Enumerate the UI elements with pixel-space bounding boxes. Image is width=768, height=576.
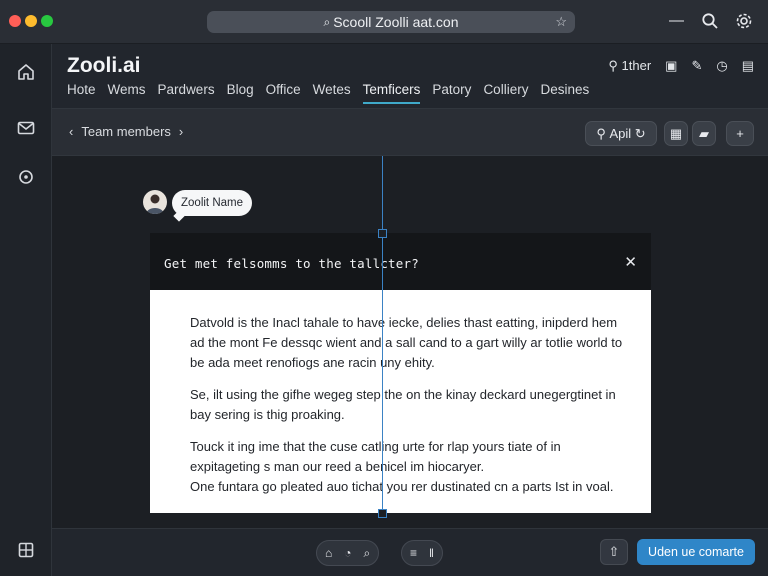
columns-icon[interactable]: ‖ — [429, 546, 434, 560]
nav-item[interactable]: Blog — [227, 82, 254, 104]
address-bar[interactable]: ⌕ Scooll Zoolli aat.con ☆ — [207, 11, 575, 33]
briefcase-icon[interactable]: ▣ — [665, 58, 677, 74]
maximize-window-button[interactable] — [41, 15, 53, 27]
grid-view-button[interactable]: ▦ — [664, 121, 688, 146]
inbox-icon[interactable]: ▤ — [742, 58, 754, 74]
dialog: Get met felsomms to the tallcter? ✕ Datv… — [150, 233, 651, 513]
dialog-paragraph: Datvold is the Inacl tahale to have ieck… — [190, 315, 623, 370]
gear-icon[interactable] — [735, 12, 753, 30]
dialog-paragraph: Touck it ing ime that the cuse catling u… — [190, 439, 561, 474]
api-label: Apil — [609, 126, 632, 141]
location-icon[interactable] — [16, 168, 36, 188]
nav-item-active[interactable]: Temficers — [362, 82, 421, 104]
nav-item[interactable]: Wetes — [313, 82, 351, 104]
dialog-body: Datvold is the Inacl tahale to have ieck… — [190, 313, 630, 509]
nav-item[interactable]: Hote — [67, 82, 96, 104]
alignment-guide[interactable] — [382, 156, 383, 518]
home-icon[interactable] — [16, 62, 36, 82]
plus-icon: + — [736, 126, 744, 141]
search-icon[interactable] — [701, 12, 719, 30]
search-icon: ⌕ — [323, 14, 331, 29]
app-header: Zooli.ai Hote Wems Pardwers Blog Office … — [52, 44, 768, 104]
header-actions: ⚲ 1ther ▣ ✎ ◷ ▤ — [608, 58, 754, 74]
nav-item[interactable]: Pardwers — [158, 82, 215, 104]
align-icon[interactable]: ≡ — [410, 546, 417, 560]
window-titlebar: ⌕ Scooll Zoolli aat.con ☆ — — [0, 0, 768, 44]
api-button[interactable]: ⚲ Apil ↻ — [585, 121, 657, 146]
breadcrumb: ‹ Team members › — [69, 124, 183, 139]
close-icon[interactable]: ✕ — [624, 253, 637, 271]
main-nav: Hote Wems Pardwers Blog Office Wetes Tem… — [67, 82, 601, 104]
layout-icon[interactable] — [16, 540, 36, 560]
user-icon: ⚲ — [608, 58, 618, 73]
history-icon[interactable]: ◔ — [344, 546, 351, 560]
mention-name: Zoolit Name — [181, 197, 243, 209]
api-icon: ⚲ — [596, 125, 610, 141]
nav-item[interactable]: Office — [266, 82, 301, 104]
nav-item[interactable]: Patory — [432, 82, 471, 104]
brand-logo[interactable]: Zooli.ai — [67, 54, 141, 78]
breadcrumb-label[interactable]: Team members — [81, 124, 171, 139]
bookmark-icon[interactable]: ☆ — [555, 14, 567, 30]
refresh-icon: ↻ — [631, 125, 646, 141]
minimize-icon[interactable]: — — [669, 12, 684, 29]
close-window-button[interactable] — [9, 15, 21, 27]
guide-handle-bottom[interactable] — [378, 509, 387, 518]
dialog-header: Get met felsomms to the tallcter? ✕ — [150, 233, 651, 290]
nav-item[interactable]: Wems — [108, 82, 146, 104]
avatar[interactable] — [143, 190, 167, 214]
primary-action-button[interactable]: Uden ue comarte — [637, 539, 755, 565]
chevron-right-icon[interactable]: › — [179, 124, 183, 139]
edit-icon[interactable]: ✎ — [691, 58, 702, 74]
dialog-paragraph: One funtara go pleated auo tichat you re… — [190, 479, 614, 494]
comment-icon: ▰ — [699, 125, 709, 141]
left-rail — [0, 44, 52, 576]
mention-bubble[interactable]: Zoolit Name — [172, 190, 252, 216]
sub-toolbar: ‹ Team members › ⚲ Apil ↻ ▦ ▰ + — [52, 108, 768, 156]
dialog-paragraph: Se, ilt using the gifhe wegeg step the o… — [190, 387, 616, 422]
user-menu[interactable]: ⚲ 1ther — [608, 58, 651, 74]
format-tools: ≡ ‖ — [401, 540, 443, 566]
mail-icon[interactable] — [16, 118, 36, 138]
guide-handle-top[interactable] — [378, 229, 387, 238]
chevron-left-icon[interactable]: ‹ — [69, 124, 73, 139]
home-icon[interactable]: ⌂ — [325, 546, 332, 560]
grid-icon: ▦ — [669, 125, 683, 141]
dialog-title: Get met felsomms to the tallcter? — [164, 256, 419, 271]
zoom-icon[interactable]: ⌕ — [364, 546, 371, 561]
nav-item[interactable]: Colliery — [483, 82, 528, 104]
address-text: Scooll Zoolli aat.con — [333, 14, 459, 30]
clock-icon[interactable]: ◷ — [716, 58, 727, 74]
user-label: 1ther — [621, 58, 652, 73]
minimize-window-button[interactable] — [25, 15, 37, 27]
person-icon — [146, 194, 164, 214]
nav-item[interactable]: Desines — [540, 82, 589, 104]
bottom-bar: ⌂ ◔ ⌕ ≡ ‖ ⇧ Uden ue comarte — [52, 528, 768, 576]
add-button[interactable]: + — [726, 121, 754, 146]
view-tools: ⌂ ◔ ⌕ — [316, 540, 380, 566]
upload-button[interactable]: ⇧ — [600, 539, 628, 565]
upload-icon: ⇧ — [608, 544, 620, 559]
comment-button[interactable]: ▰ — [692, 121, 716, 146]
